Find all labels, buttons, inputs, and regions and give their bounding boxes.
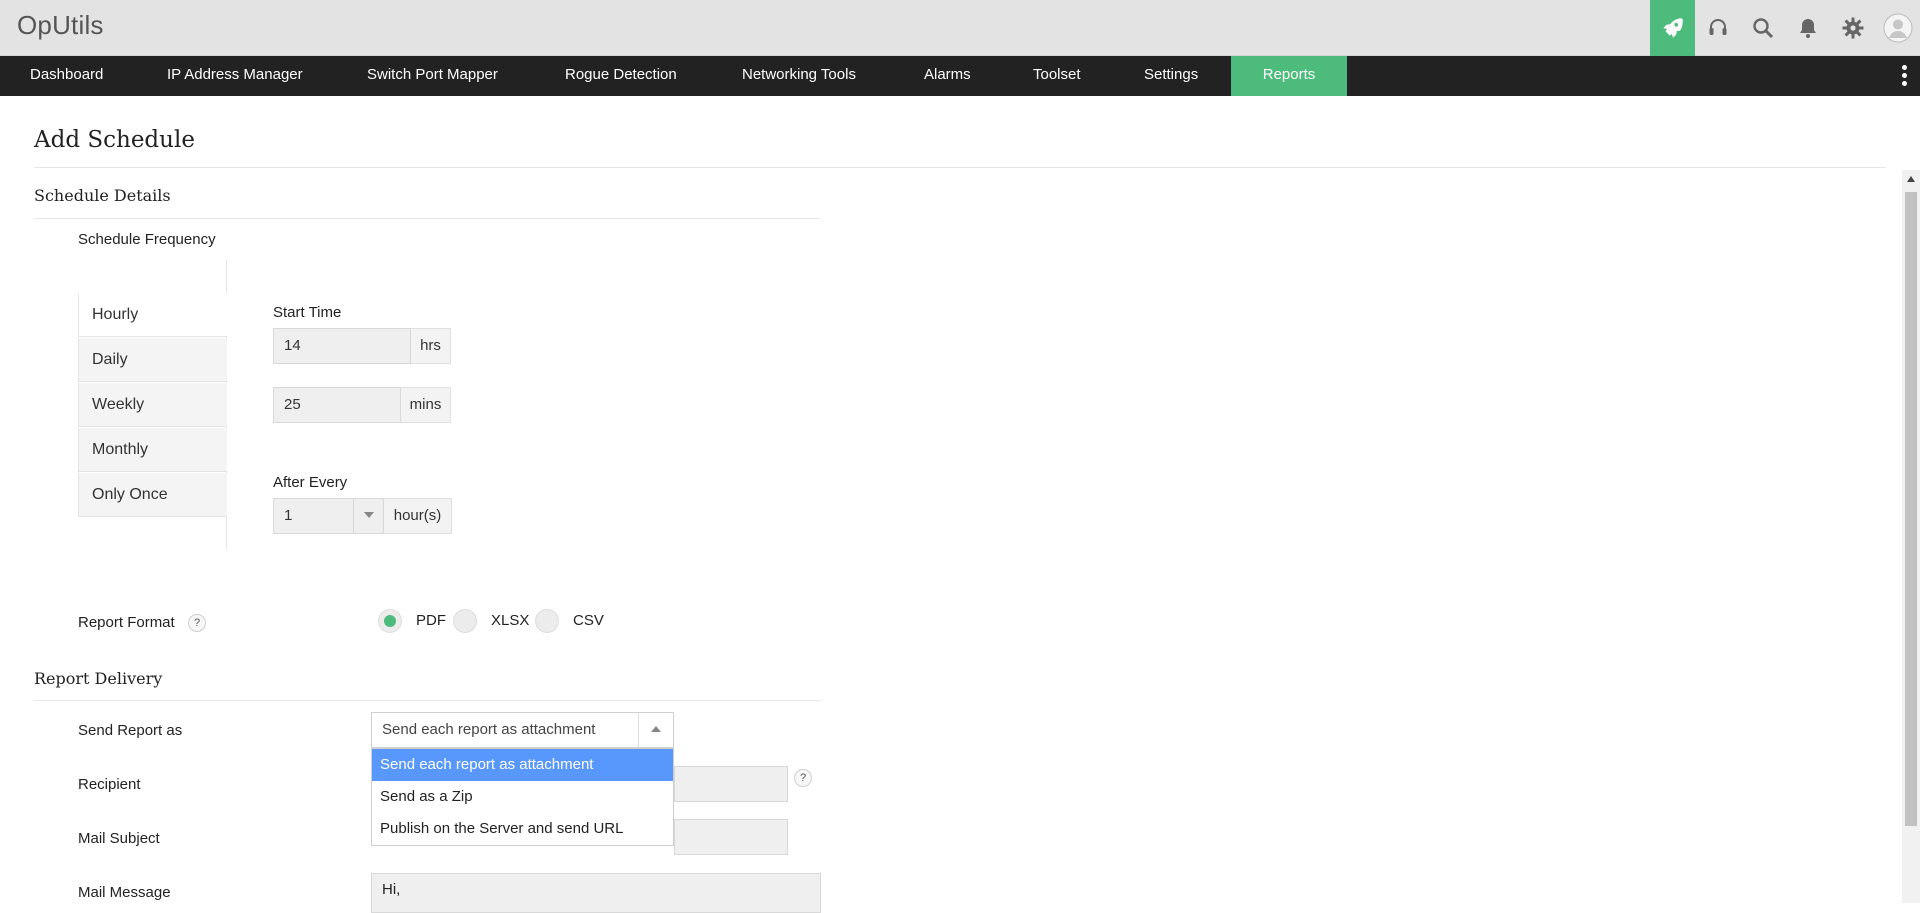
report-format-label: Report Format — [78, 614, 175, 631]
nav-reports[interactable]: Reports — [1231, 56, 1347, 96]
rocket-icon[interactable] — [1650, 0, 1695, 56]
dropdown-option-publish-url[interactable]: Publish on the Server and send URL — [372, 813, 673, 845]
chevron-down-icon — [364, 512, 374, 518]
page-title: Add Schedule — [34, 127, 195, 153]
user-avatar-icon[interactable] — [1875, 0, 1920, 56]
nav-dashboard[interactable]: Dashboard — [30, 56, 103, 96]
title-divider — [34, 167, 1886, 168]
nav-alarms[interactable]: Alarms — [924, 56, 971, 96]
send-report-as-dropdown: Send each report as attachment Send as a… — [371, 748, 674, 846]
minutes-unit: mins — [401, 387, 451, 423]
radio-pdf[interactable] — [378, 609, 402, 633]
nav-settings[interactable]: Settings — [1144, 56, 1198, 96]
after-every-caret[interactable] — [353, 498, 383, 534]
chevron-up-icon — [651, 726, 661, 732]
report-format-help-icon[interactable]: ? — [188, 614, 206, 632]
send-report-as-value: Send each report as attachment — [382, 721, 596, 738]
mail-subject-label: Mail Subject — [78, 830, 160, 847]
start-hours-input[interactable]: 14 — [273, 328, 411, 364]
schedule-details-heading: Schedule Details — [34, 186, 171, 205]
report-delivery-divider — [34, 700, 820, 701]
recipient-label: Recipient — [78, 776, 141, 793]
page-scrollbar[interactable] — [1902, 170, 1920, 903]
tab-hourly[interactable]: Hourly — [78, 293, 227, 337]
radio-csv-label: CSV — [573, 612, 604, 629]
tab-only-once[interactable]: Only Once — [78, 473, 227, 517]
nav-networking-tools[interactable]: Networking Tools — [742, 56, 856, 96]
mail-message-textarea[interactable]: Hi, — [371, 873, 821, 913]
gear-icon[interactable] — [1830, 0, 1875, 56]
tab-weekly[interactable]: Weekly — [78, 383, 227, 427]
search-icon[interactable] — [1740, 0, 1785, 56]
schedule-details-divider — [34, 218, 820, 219]
send-report-as-toggle[interactable] — [638, 713, 673, 747]
tab-daily[interactable]: Daily — [78, 338, 227, 382]
send-report-as-select[interactable]: Send each report as attachment — [371, 712, 674, 748]
report-delivery-heading: Report Delivery — [34, 669, 163, 688]
app-logo[interactable]: OpUtils — [17, 10, 104, 41]
scroll-thumb[interactable] — [1905, 192, 1917, 826]
top-bar: OpUtils — [0, 0, 1920, 56]
mail-subject-input[interactable] — [674, 819, 788, 855]
start-minutes-input[interactable]: 25 — [273, 387, 401, 423]
radio-xlsx[interactable] — [453, 609, 477, 633]
scroll-up-arrow-icon[interactable] — [1907, 176, 1915, 182]
schedule-frequency-label: Schedule Frequency — [78, 231, 216, 248]
nav-switch-port-mapper[interactable]: Switch Port Mapper — [367, 56, 498, 96]
mail-message-label: Mail Message — [78, 884, 171, 901]
after-every-value: 1 — [284, 507, 293, 524]
hours-unit: hrs — [411, 328, 451, 364]
nav-ip-address-manager[interactable]: IP Address Manager — [167, 56, 303, 96]
after-every-unit: hour(s) — [384, 498, 452, 534]
tab-monthly[interactable]: Monthly — [78, 428, 227, 472]
nav-rogue-detection[interactable]: Rogue Detection — [565, 56, 677, 96]
after-every-select[interactable]: 1 — [273, 498, 384, 534]
nav-toolset[interactable]: Toolset — [1033, 56, 1081, 96]
radio-xlsx-label: XLSX — [491, 612, 530, 629]
send-report-as-label: Send Report as — [78, 722, 183, 739]
dropdown-option-zip[interactable]: Send as a Zip — [372, 781, 673, 813]
headset-icon[interactable] — [1695, 0, 1740, 56]
recipient-help-icon[interactable]: ? — [794, 769, 812, 787]
more-menu-icon[interactable] — [1902, 65, 1908, 87]
recipient-input[interactable] — [674, 766, 788, 802]
bell-icon[interactable] — [1785, 0, 1830, 56]
top-icons — [1650, 0, 1920, 56]
main-nav: Dashboard IP Address Manager Switch Port… — [0, 56, 1920, 96]
radio-csv[interactable] — [535, 609, 559, 633]
radio-pdf-label: PDF — [416, 612, 446, 629]
after-every-label: After Every — [273, 474, 348, 491]
start-time-label: Start Time — [273, 304, 342, 321]
dropdown-option-attachment[interactable]: Send each report as attachment — [372, 749, 673, 781]
